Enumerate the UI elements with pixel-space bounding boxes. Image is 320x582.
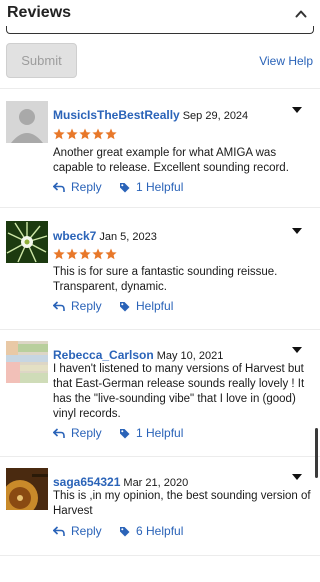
- divider: [0, 555, 320, 556]
- star-icon: [79, 128, 91, 140]
- helpful-label: Helpful: [136, 299, 174, 313]
- review-actions: Reply 1 Helpful: [53, 179, 183, 195]
- tag-icon: [120, 301, 130, 311]
- username-link[interactable]: wbeck7: [53, 229, 96, 243]
- review-date: May 10, 2021: [156, 350, 224, 362]
- helpful-button[interactable]: Helpful: [119, 299, 173, 313]
- review-actions: Reply 6 Helpful: [53, 523, 183, 539]
- reply-arrow-icon: [53, 427, 65, 438]
- tag-icon: [120, 526, 130, 536]
- helpful-button[interactable]: 6 Helpful: [119, 524, 183, 538]
- reply-arrow-icon: [53, 300, 65, 311]
- reply-arrow-icon: [53, 525, 65, 536]
- chevron-up-icon[interactable]: [295, 8, 307, 20]
- avatar[interactable]: [6, 341, 48, 383]
- helpful-button[interactable]: 1 Helpful: [119, 426, 183, 440]
- divider: [0, 456, 320, 457]
- star-icon: [92, 248, 104, 260]
- helpful-label: 1 Helpful: [136, 180, 184, 194]
- review-actions: Reply Helpful: [53, 298, 173, 314]
- rating-stars: [53, 248, 117, 260]
- reply-arrow-icon: [53, 181, 65, 192]
- divider: [0, 207, 320, 208]
- page-title: Reviews: [7, 4, 72, 21]
- username-link[interactable]: Rebecca_Carlson: [53, 348, 154, 362]
- reviews-header: Reviews: [0, 0, 320, 28]
- tag-icon: [120, 182, 130, 192]
- username-link[interactable]: MusicIsTheBestReally: [53, 108, 180, 122]
- caret-down-icon[interactable]: [292, 347, 302, 353]
- star-icon: [53, 248, 65, 260]
- reply-label: Reply: [71, 180, 102, 194]
- avatar[interactable]: [6, 468, 48, 510]
- star-icon: [105, 248, 117, 260]
- star-icon: [66, 128, 78, 140]
- review-text: This is ,in my opinion, the best soundin…: [53, 490, 311, 517]
- reply-label: Reply: [71, 426, 102, 440]
- scrollbar-thumb[interactable]: [315, 428, 318, 478]
- star-icon: [92, 128, 104, 140]
- review-actions: Reply 1 Helpful: [53, 425, 183, 441]
- review-meta: Rebecca_Carlson May 10, 2021: [53, 348, 223, 362]
- helpful-label: 6 Helpful: [136, 524, 184, 538]
- caret-down-icon[interactable]: [292, 474, 302, 480]
- divider: [0, 88, 320, 89]
- avatar[interactable]: [6, 221, 48, 263]
- review-textarea[interactable]: [6, 26, 314, 34]
- reply-label: Reply: [71, 299, 102, 313]
- submit-button[interactable]: Submit: [6, 43, 77, 78]
- divider: [0, 329, 320, 330]
- tag-icon: [120, 428, 130, 438]
- review-date: Sep 29, 2024: [182, 110, 249, 122]
- caret-down-icon[interactable]: [292, 107, 302, 113]
- caret-down-icon[interactable]: [292, 228, 302, 234]
- review-date: Mar 21, 2020: [123, 477, 189, 489]
- review-meta: wbeck7 Jan 5, 2023: [53, 229, 157, 243]
- reply-label: Reply: [71, 524, 102, 538]
- reply-button[interactable]: Reply: [53, 426, 119, 440]
- star-icon: [53, 128, 65, 140]
- review-text: Another great example for what AMIGA was…: [53, 147, 289, 174]
- reply-button[interactable]: Reply: [53, 180, 119, 194]
- reply-button[interactable]: Reply: [53, 299, 119, 313]
- review-meta: MusicIsTheBestReally Sep 29, 2024: [53, 108, 248, 122]
- review-text: I haven't listened to many versions of H…: [53, 363, 305, 420]
- star-icon: [105, 128, 117, 140]
- avatar[interactable]: [6, 101, 48, 143]
- rating-stars: [53, 128, 117, 140]
- view-help-link[interactable]: View Help: [259, 54, 313, 68]
- reply-button[interactable]: Reply: [53, 524, 119, 538]
- helpful-label: 1 Helpful: [136, 426, 184, 440]
- review-date: Jan 5, 2023: [99, 231, 157, 243]
- star-icon: [79, 248, 91, 260]
- helpful-button[interactable]: 1 Helpful: [119, 180, 183, 194]
- star-icon: [66, 248, 78, 260]
- username-link[interactable]: saga654321: [53, 475, 120, 489]
- review-meta: saga654321 Mar 21, 2020: [53, 475, 188, 489]
- review-text: This is for sure a fantastic sounding re…: [53, 266, 278, 293]
